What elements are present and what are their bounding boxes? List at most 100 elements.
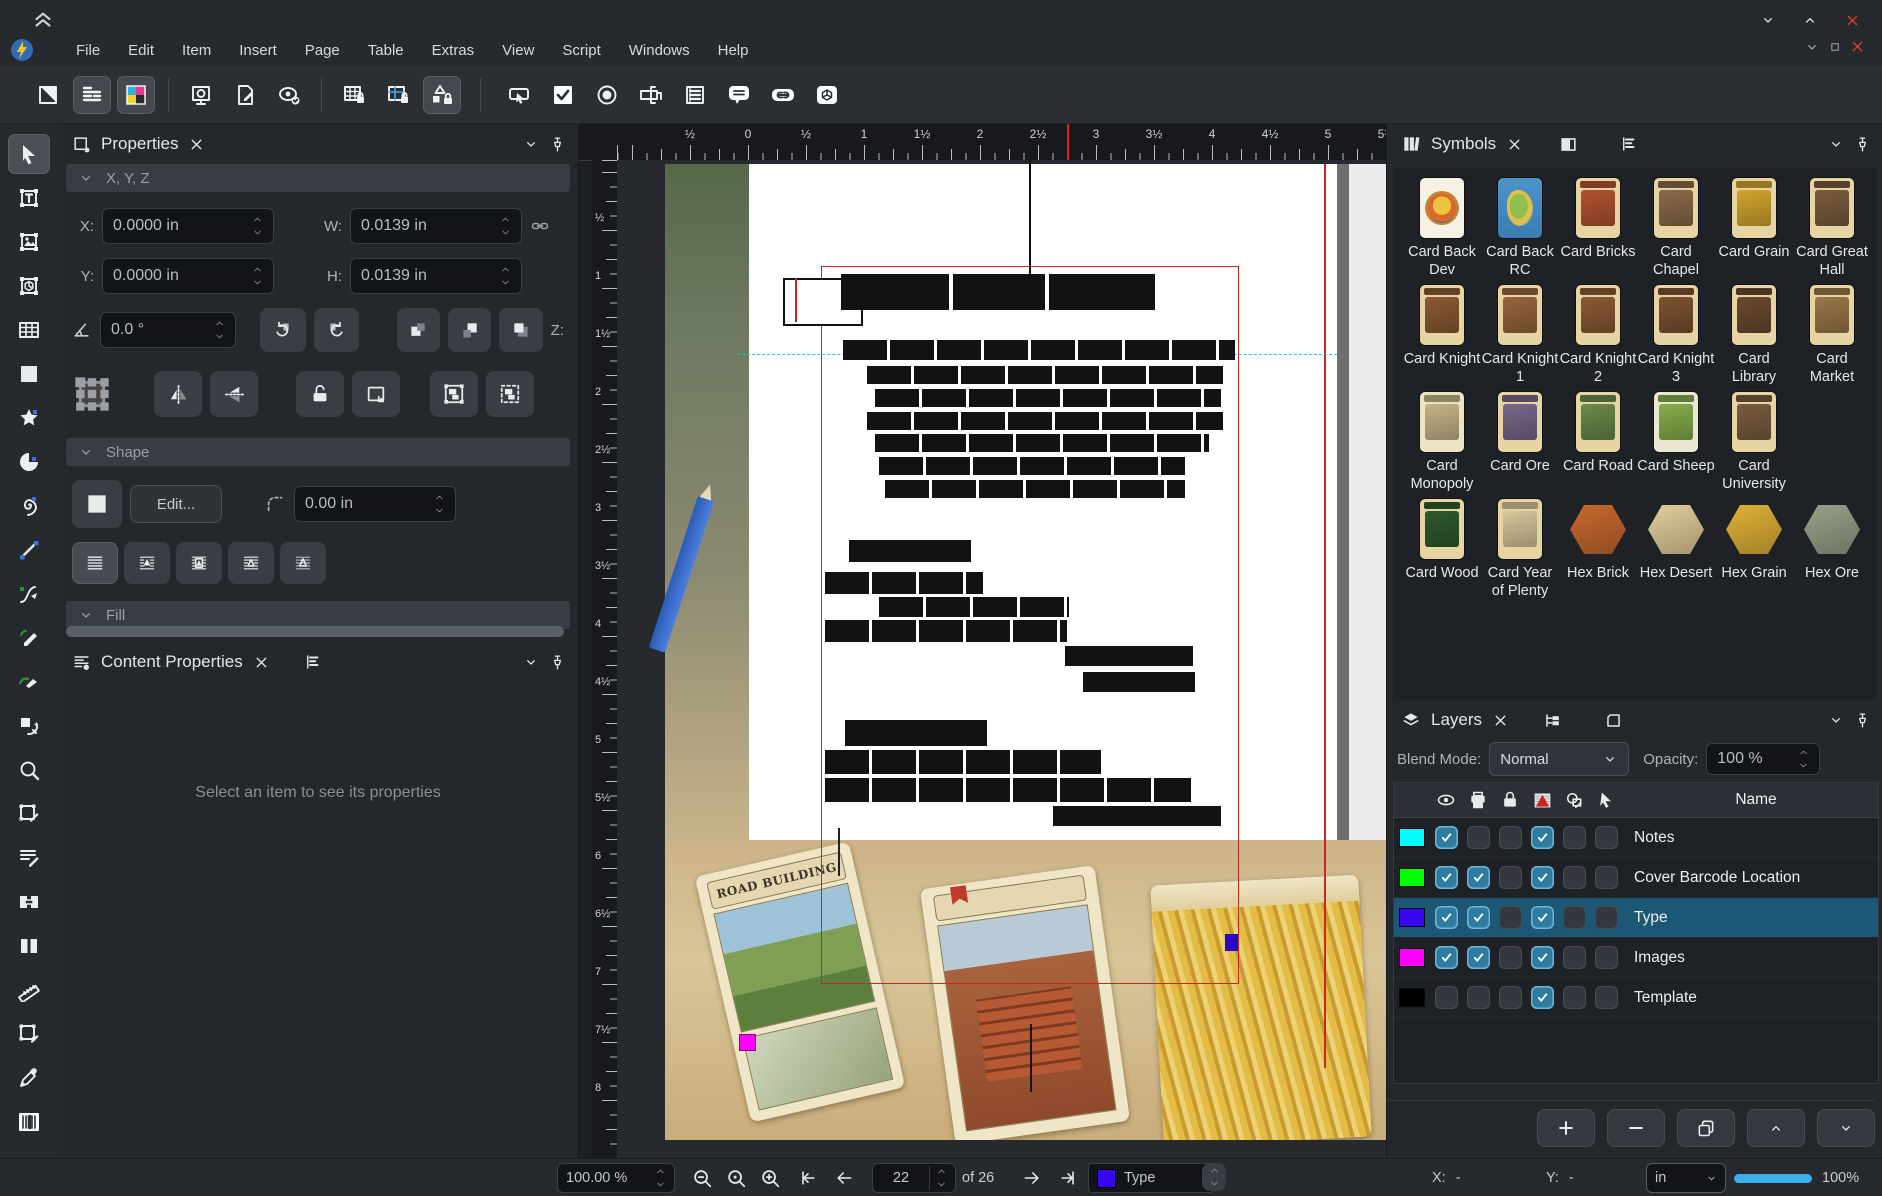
select-item-tool-button[interactable] xyxy=(8,134,50,174)
layer-lock-checkbox[interactable] xyxy=(1499,866,1522,889)
lock-size-button[interactable] xyxy=(352,371,400,417)
layer-row-type[interactable]: Type xyxy=(1394,898,1878,938)
type-layer-object[interactable] xyxy=(1225,934,1238,951)
symbol-hex-desert[interactable]: Hex Desert xyxy=(1637,499,1715,600)
basepoint-selector[interactable] xyxy=(72,374,112,414)
symbol-card-sheep[interactable]: Card Sheep xyxy=(1637,392,1715,493)
symbol-card-wood[interactable]: Card Wood xyxy=(1403,499,1481,600)
unit-dropdown[interactable]: in xyxy=(1646,1163,1726,1193)
layer-color-swatch[interactable] xyxy=(1394,948,1430,967)
rotate-ccw-button[interactable] xyxy=(260,308,305,352)
properties-close-icon[interactable] xyxy=(188,136,205,153)
raise-layer-button[interactable] xyxy=(1747,1109,1805,1147)
image-frame-tool-icon[interactable] xyxy=(182,76,220,114)
layer-eye-checkbox[interactable] xyxy=(1435,826,1458,849)
insert-spiral-tool-button[interactable] xyxy=(8,486,50,526)
copy-properties-tool-button[interactable] xyxy=(8,1014,50,1054)
symbol-card-great-hall[interactable]: Card Great Hall xyxy=(1793,178,1871,279)
layer-row-notes[interactable]: Notes xyxy=(1394,818,1878,858)
pdf-radio-button-icon[interactable] xyxy=(588,76,626,114)
layer-outline-mode-checkbox[interactable] xyxy=(1563,986,1586,1009)
content-properties-collapse-icon[interactable] xyxy=(523,654,539,670)
text-flow-flow1-button[interactable] xyxy=(124,542,170,584)
layer-lock-checkbox[interactable] xyxy=(1499,986,1522,1009)
layer-select-cursor-checkbox[interactable] xyxy=(1595,866,1618,889)
table-lock-icon[interactable] xyxy=(335,76,373,114)
zoom-100-button[interactable] xyxy=(722,1164,750,1192)
pdf-push-button-icon[interactable] xyxy=(500,76,538,114)
layer-outline-mode-checkbox[interactable] xyxy=(1563,946,1586,969)
symbol-card-knight-2[interactable]: Card Knight 2 xyxy=(1559,285,1637,386)
text-flow-flow4-button[interactable] xyxy=(280,542,326,584)
link-wh-icon[interactable] xyxy=(530,216,550,236)
first-page-button[interactable] xyxy=(794,1164,822,1192)
symbol-card-chapel[interactable]: Card Chapel xyxy=(1637,178,1715,279)
rotate-item-tool-button[interactable] xyxy=(8,706,50,746)
properties-pin-icon[interactable] xyxy=(549,136,566,153)
symbol-card-knight-3[interactable]: Card Knight 3 xyxy=(1637,285,1715,386)
content-properties-options-icon[interactable] xyxy=(304,653,322,671)
layer-printer-checkbox[interactable] xyxy=(1467,946,1490,969)
layer-outline-mode-checkbox[interactable] xyxy=(1563,826,1586,849)
menu-item[interactable]: Item xyxy=(170,38,223,63)
doc-minimize-icon[interactable] xyxy=(1804,39,1820,55)
canvas-area[interactable]: ½0½11½22½33½44½55½ ½11½22½33½44½55½66½77… xyxy=(579,124,1386,1158)
previous-page-button[interactable] xyxy=(830,1164,858,1192)
symbols-close-icon[interactable] xyxy=(1506,136,1523,153)
layer-lock-checkbox[interactable] xyxy=(1499,906,1522,929)
symbol-hex-brick[interactable]: Hex Brick xyxy=(1559,499,1637,600)
menu-view[interactable]: View xyxy=(490,38,546,63)
barcode-tool-button[interactable] xyxy=(8,1102,50,1142)
insert-text-frame-tool-button[interactable] xyxy=(8,178,50,218)
layer-select-cursor-checkbox[interactable] xyxy=(1595,986,1618,1009)
collapse-toolbar-button[interactable] xyxy=(30,5,56,31)
insert-render-frame-tool-button[interactable] xyxy=(8,266,50,306)
insert-polygon-tool-button[interactable] xyxy=(8,398,50,438)
layer-text-flow-checkbox[interactable] xyxy=(1531,866,1554,889)
symbol-card-library[interactable]: Card Library xyxy=(1715,285,1793,386)
insert-table-tool-button[interactable] xyxy=(8,310,50,350)
symbol-card-bricks[interactable]: Card Bricks xyxy=(1559,178,1637,279)
doc-restore-icon[interactable] xyxy=(1828,40,1841,53)
insert-arc-tool-button[interactable] xyxy=(8,442,50,482)
layer-text-flow-checkbox[interactable] xyxy=(1531,946,1554,969)
layer-text-flow-checkbox[interactable] xyxy=(1531,826,1554,849)
insert-shape-tool-button[interactable] xyxy=(8,354,50,394)
section-xyz-header[interactable]: X, Y, Z xyxy=(66,164,570,192)
symbol-card-back-rc[interactable]: Card Back RC xyxy=(1481,178,1559,279)
layer-text-flow-checkbox[interactable] xyxy=(1531,906,1554,929)
y-position-field[interactable]: 0.0000 in xyxy=(102,258,274,294)
shape-selector-button[interactable] xyxy=(72,480,122,528)
layer-eye-checkbox[interactable] xyxy=(1435,906,1458,929)
doc-close-icon[interactable] xyxy=(1849,38,1866,55)
window-close-button[interactable] xyxy=(1838,6,1866,34)
symbol-card-monopoly[interactable]: Card Monopoly xyxy=(1403,392,1481,493)
menu-script[interactable]: Script xyxy=(550,38,612,63)
active-layer-dropdown[interactable]: Type xyxy=(1088,1163,1214,1193)
layers-collapse-icon[interactable] xyxy=(1828,712,1844,728)
vertical-ruler[interactable]: ½11½22½33½44½55½66½77½8 xyxy=(592,160,618,1158)
eyedropper-tool-button[interactable] xyxy=(8,1058,50,1098)
layer-row-template[interactable]: Template xyxy=(1394,978,1878,1018)
layer-outline-mode-checkbox[interactable] xyxy=(1563,906,1586,929)
layer-color-swatch[interactable] xyxy=(1394,908,1430,927)
layer-eye-checkbox[interactable] xyxy=(1435,986,1458,1009)
symbol-card-grain[interactable]: Card Grain xyxy=(1715,178,1793,279)
page-number-field[interactable]: 22 xyxy=(872,1163,956,1193)
menu-extras[interactable]: Extras xyxy=(420,38,487,63)
layer-printer-checkbox[interactable] xyxy=(1467,826,1490,849)
symbol-card-year-of-plenty[interactable]: Card Year of Plenty xyxy=(1481,499,1559,600)
height-field[interactable]: 0.0139 in xyxy=(350,258,522,294)
layers-pin-icon[interactable] xyxy=(1854,712,1871,729)
next-page-button[interactable] xyxy=(1018,1164,1046,1192)
window-restore-button[interactable] xyxy=(1796,6,1824,34)
document-viewport[interactable]: ROAD BUILDING xyxy=(617,160,1386,1158)
color-palette-icon[interactable] xyxy=(117,76,155,114)
layer-select-cursor-checkbox[interactable] xyxy=(1595,906,1618,929)
lower-level-button[interactable] xyxy=(448,308,491,352)
layer-row-images[interactable]: Images xyxy=(1394,938,1878,978)
layer-printer-checkbox[interactable] xyxy=(1467,906,1490,929)
lock-object-button[interactable] xyxy=(296,371,344,417)
pdf-3d-annotation-icon[interactable] xyxy=(808,76,846,114)
link-text-frames-tool-button[interactable] xyxy=(8,882,50,922)
